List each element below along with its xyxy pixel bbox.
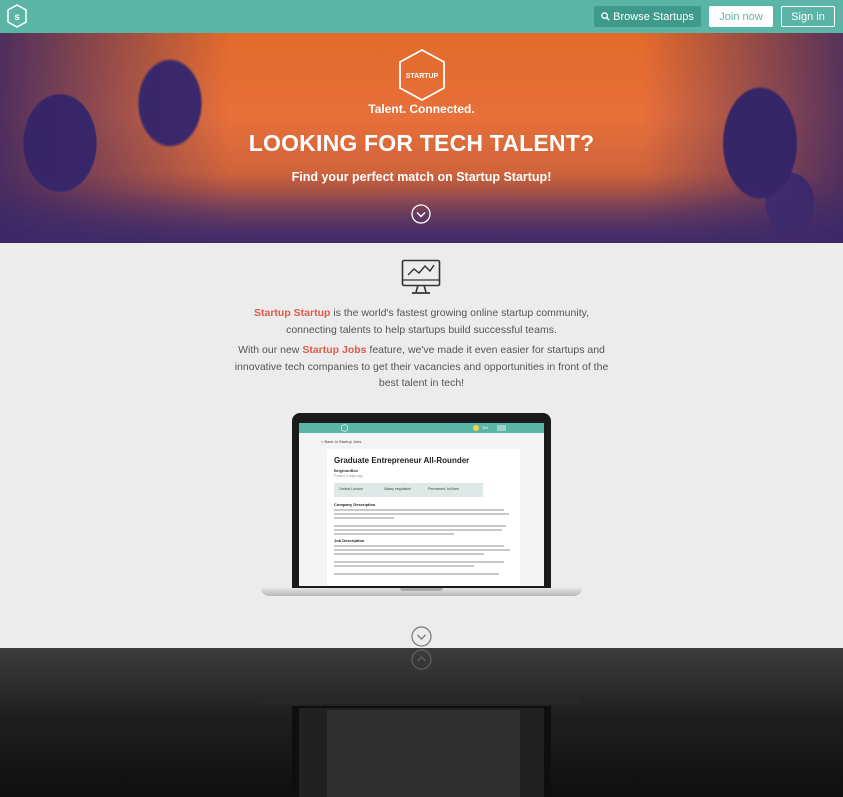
hero-title: LOOKING FOR TECH TALENT?	[248, 130, 595, 156]
mock-section-company: Company Description	[334, 502, 376, 507]
intro-text-2a: With our new	[238, 344, 303, 356]
mock-avatar	[473, 425, 479, 431]
svg-text:s: s	[14, 12, 20, 23]
laptop-mockup: Ted < Back to Startup Jobs Graduate Entr…	[261, 413, 582, 601]
mock-text-line	[334, 513, 509, 515]
mock-navbar: Ted	[299, 423, 544, 433]
intro-paragraph-1: Startup Startup is the world's fastest g…	[230, 305, 613, 338]
mock-back-link: < Back to Startup Jobs	[321, 439, 362, 444]
menu-icon	[497, 425, 506, 431]
mock-text-line	[334, 517, 394, 519]
join-now-button[interactable]: Join now	[709, 6, 773, 27]
jobs-highlight: Startup Jobs	[302, 344, 367, 356]
mock-user-label: Ted	[482, 426, 488, 430]
monitor-chart-icon	[401, 259, 441, 294]
mock-posted: Posted 4 days ago	[334, 474, 363, 478]
mock-section-job: Job Description	[334, 538, 365, 543]
startup-logo-icon[interactable]: s	[7, 4, 27, 28]
mock-text-line	[334, 533, 454, 535]
hero-startup-logo: STARTUP	[399, 48, 445, 102]
mock-text-line	[334, 549, 510, 551]
svg-text:STARTUP: STARTUP	[406, 73, 439, 80]
brand-highlight: Startup Startup	[253, 307, 331, 319]
browse-startups-button[interactable]: Browse Startups	[594, 6, 701, 27]
chevron-down-icon[interactable]	[411, 204, 431, 224]
mock-job-title: Graduate Entrepreneur All-Rounder	[334, 456, 470, 465]
mock-tag-location: Central London	[339, 487, 363, 491]
chevron-up-icon	[411, 649, 432, 670]
hero-banner: STARTUP Talent. Connected. LOOKING FOR T…	[0, 33, 843, 243]
reflection-area	[0, 648, 843, 797]
mock-text-line	[334, 545, 504, 547]
intro-paragraph-2: With our new Startup Jobs feature, we've…	[230, 342, 613, 392]
mock-text-line	[334, 525, 506, 527]
mock-text-line	[334, 529, 502, 531]
laptop-screen-content: Ted < Back to Startup Jobs Graduate Entr…	[299, 423, 544, 586]
mock-text-line	[334, 553, 484, 555]
search-icon	[601, 12, 610, 21]
mock-text-line	[334, 561, 504, 563]
mock-company: BrightonBox	[334, 468, 359, 473]
mock-tags-bar: Central London Salary negotiable Permane…	[334, 483, 483, 497]
mock-job-card: Graduate Entrepreneur All-Rounder Bright…	[327, 449, 520, 586]
mock-tag-type: Permanent, full time	[428, 487, 460, 491]
mock-text-line	[334, 509, 504, 511]
reflection-laptop-base	[261, 696, 582, 704]
sign-in-button[interactable]: Sign in	[781, 6, 835, 27]
top-navbar: s Browse Startups Join now Sign in	[0, 0, 843, 33]
browse-startups-label: Browse Startups	[613, 10, 694, 23]
hero-subtitle: Find your perfect match on Startup Start…	[291, 170, 552, 184]
laptop-screen: Ted < Back to Startup Jobs Graduate Entr…	[292, 413, 551, 588]
hero-tagline: Talent. Connected.	[368, 102, 475, 116]
laptop-notch	[400, 588, 443, 591]
reflection-card	[327, 710, 520, 797]
mock-text-line	[334, 573, 499, 575]
intro-text-1: is the world's fastest growing online st…	[286, 307, 589, 336]
mock-text-line	[334, 565, 474, 567]
chevron-down-icon[interactable]	[411, 626, 432, 647]
mock-tag-salary: Salary negotiable	[384, 487, 412, 491]
mock-logo-icon	[341, 424, 348, 432]
